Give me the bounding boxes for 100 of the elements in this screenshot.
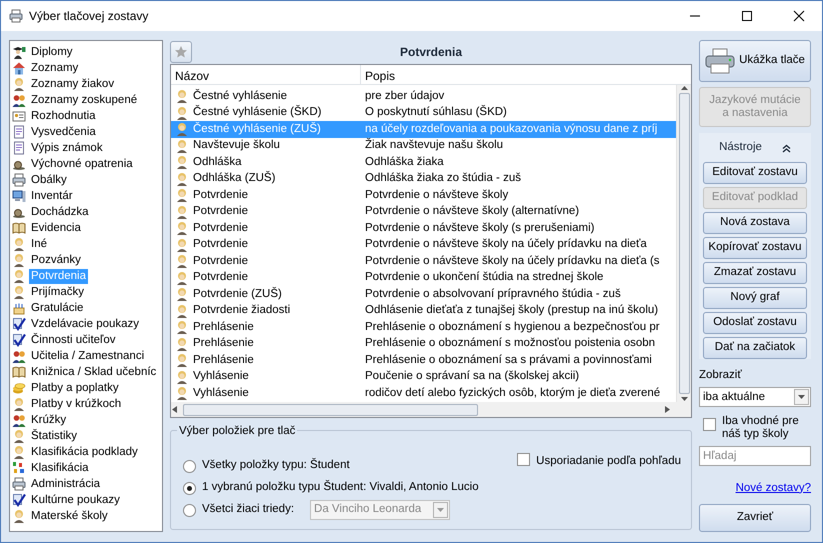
search-field[interactable]: Hľadaj xyxy=(699,446,811,466)
tool-button[interactable]: Odoslať zostavu xyxy=(703,312,807,334)
sidebar-item[interactable]: Krúžky xyxy=(29,412,68,428)
person-icon xyxy=(175,172,189,186)
sidebar-item[interactable]: Dochádzka xyxy=(29,204,91,220)
colorful-marks-icon xyxy=(12,461,26,475)
person-icon xyxy=(175,386,189,400)
person-icon xyxy=(175,287,189,302)
sidebar-item[interactable]: Výchovné opatrenia xyxy=(29,156,135,172)
person-icon xyxy=(175,353,189,368)
sidebar-item[interactable]: Evidencia xyxy=(29,220,83,236)
table-cell: Potvrdenie o návšteve školy na účely prídavku na dieťa xyxy=(365,238,647,250)
table-row[interactable]: Potvrdenie Potvrdenie o návšteve školy (s prerušeniami) xyxy=(171,220,676,236)
dropdown-icon xyxy=(437,508,444,512)
table-cell: Potvrdenie o návšteve školy (alternatívne) xyxy=(365,205,580,218)
sidebar-item[interactable]: Gratulácie xyxy=(29,300,86,316)
sidebar-item[interactable]: Činnosti učiteľov xyxy=(29,332,118,348)
sidebar-item[interactable]: Iné xyxy=(29,236,49,252)
tool-button[interactable]: Dať na začiatok xyxy=(703,337,807,359)
radio-button[interactable] xyxy=(183,504,196,516)
new-reports-link[interactable]: Nové zostavy? xyxy=(736,482,811,494)
sidebar-item[interactable]: Inventár xyxy=(29,188,75,204)
column-header[interactable]: Názov xyxy=(171,65,361,84)
table-row[interactable]: Potvrdenie Potvrdenie o návšteve školy (alternatívne) xyxy=(171,204,676,220)
tool-button[interactable]: Editovať zostavu xyxy=(703,162,807,184)
table-row[interactable]: Prehlásenie Prehlásenie o oboznámení sa s právami a povinnosťami xyxy=(171,352,676,368)
panel-title: Potvrdenia xyxy=(398,44,464,61)
tool-button[interactable]: Nová zostava xyxy=(703,212,807,234)
checkbox-label: Iba vhodné pre náš typ školy xyxy=(722,415,800,441)
sidebar-item[interactable]: Diplomy xyxy=(29,44,75,60)
table-cell-text: Potvrdenie žiadosti xyxy=(193,303,290,318)
sidebar-item[interactable]: Vzdelávacie poukazy xyxy=(29,316,142,332)
favorite-button[interactable] xyxy=(170,41,192,63)
horizontal-scrollbar[interactable] xyxy=(171,402,691,417)
table-cell: Odhláška žiaka zo štúdia - zuš xyxy=(365,172,521,184)
table-cell-text: Potvrdenie xyxy=(193,188,248,203)
sidebar-item[interactable]: Klasifikácia xyxy=(29,460,91,476)
table-row[interactable]: Navštevuje školu Žiak navštevuje našu školu xyxy=(171,138,676,154)
window-title: Výber tlačovej zostavy xyxy=(29,8,150,25)
table-cell: Potvrdenie o ukončení štúdia na strednej škole xyxy=(365,271,604,284)
table-row[interactable]: Potvrdenie žiadosti Odhlásenie dieťaťa z tunajšej školy (prestup na inú školu) xyxy=(171,302,676,319)
table-cell: Potvrdenie o návšteve školy na účely prídavku na dieťa (s xyxy=(365,254,660,267)
maximize-icon[interactable] xyxy=(740,10,754,22)
section-title: Nástroje xyxy=(719,140,762,156)
person-icon xyxy=(175,204,189,219)
person-icon xyxy=(12,445,26,459)
table-cell: Poučenie o správaní sa na (školskej akcii) xyxy=(365,370,580,382)
sidebar-item[interactable]: Učitelia / Zamestnanci xyxy=(29,348,146,364)
sidebar-item[interactable]: Vysvedčenia xyxy=(29,124,98,140)
table-row[interactable]: Prehlásenie Prehlásenie o oboznámení s hygienou a bezpečnosťou pr xyxy=(171,319,676,336)
table-cell-text: Vyhlásenie xyxy=(193,386,249,401)
sidebar-item[interactable]: Rozhodnutia xyxy=(29,108,98,124)
table-row[interactable]: Čestné vyhlásenie pre zber údajov xyxy=(171,88,676,104)
sidebar-item[interactable]: Prijímačky xyxy=(29,284,86,300)
table-row[interactable]: Potvrdenie Potvrdenie o návšteve školy na účely prídavku na dieťa (s xyxy=(171,253,676,270)
person-icon xyxy=(175,336,189,351)
sidebar-item[interactable]: Výpis známok xyxy=(29,140,105,156)
sidebar-item[interactable]: Knižnica / Sklad učebníc xyxy=(29,364,158,380)
tool-button[interactable]: Zmazať zostavu xyxy=(703,262,807,284)
person-icon xyxy=(12,509,26,523)
table-row[interactable]: Odhláška (ZUŠ) Odhláška žiaka zo štúdia - zuš xyxy=(171,170,676,187)
tool-button[interactable]: Nový graf xyxy=(703,287,807,309)
table-row[interactable]: Čestné vyhlásenie (ŠKD) O poskytnutí súhlasu (ŠKD) xyxy=(171,104,676,121)
table-row[interactable]: Vyhlásenie Poučenie o správaní sa na (školskej akcii) xyxy=(171,368,676,385)
table-cell-text: Odhláška (ZUŠ) xyxy=(193,170,276,186)
table-row[interactable]: Vyhlásenie rodičov detí alebo fyzických osôb, ktorým je dieťa zverené xyxy=(171,385,676,402)
table-row[interactable]: Potvrdenie Potvrdenie o návšteve školy xyxy=(171,187,676,204)
checkbox[interactable] xyxy=(703,418,716,432)
sidebar-item[interactable]: Zoznamy xyxy=(29,60,80,76)
sidebar-item[interactable]: Materské školy xyxy=(29,508,110,524)
print-preview-button[interactable]: Ukážka tlače xyxy=(699,40,811,82)
sidebar-item[interactable]: Pozvánky xyxy=(29,252,83,268)
column-header[interactable]: Popis xyxy=(361,65,691,84)
close-icon[interactable] xyxy=(792,10,806,22)
table-cell: O poskytnutí súhlasu (ŠKD) xyxy=(365,106,507,118)
table-row[interactable]: Potvrdenie Potvrdenie o návšteve školy na účely prídavku na dieťa xyxy=(171,236,676,253)
sidebar-item[interactable]: Administrácia xyxy=(29,476,102,492)
close-button[interactable]: Zavrieť xyxy=(699,504,811,532)
table-row[interactable]: Potvrdenie (ZUŠ) Potvrdenie o absolvovaní prípravného štúdia - zuš xyxy=(171,286,676,302)
sidebar-item[interactable]: Platby a poplatky xyxy=(29,380,121,396)
sidebar-item[interactable]: Zoznamy zoskupené xyxy=(29,92,140,108)
table-row[interactable]: Potvrdenie Potvrdenie o ukončení štúdia na strednej škole xyxy=(171,270,676,286)
table-cell: Potvrdenie o návšteve školy (s prerušeniami) xyxy=(365,222,594,234)
radio-button[interactable] xyxy=(183,482,196,494)
table-row[interactable]: Prehlásenie Prehlásenie o oboznámení s možnosťou poistenia osobn xyxy=(171,336,676,352)
option-label: Všetci žiaci triedy: xyxy=(202,502,294,518)
radio-button[interactable] xyxy=(183,460,196,472)
tool-button[interactable]: Kopírovať zostavu xyxy=(703,237,807,259)
table-cell: Žiak navštevuje našu školu xyxy=(365,139,504,152)
table-row[interactable]: Odhláška Odhláška žiaka xyxy=(171,154,676,170)
sidebar-item[interactable]: Obálky xyxy=(29,172,69,188)
sidebar-item[interactable]: Platby v krúžkoch xyxy=(29,396,124,412)
checkbox[interactable] xyxy=(517,453,530,466)
sidebar-item[interactable]: Kultúrne poukazy xyxy=(29,492,122,508)
vertical-scrollbar[interactable] xyxy=(676,85,691,402)
show-select[interactable]: iba aktuálne xyxy=(699,387,811,408)
person-icon xyxy=(12,397,26,411)
sidebar-item[interactable]: Klasifikácia podklady xyxy=(29,444,140,460)
sidebar-item[interactable]: Zoznamy žiakov xyxy=(29,76,116,92)
sidebar-item[interactable]: Štatistiky xyxy=(29,428,80,444)
